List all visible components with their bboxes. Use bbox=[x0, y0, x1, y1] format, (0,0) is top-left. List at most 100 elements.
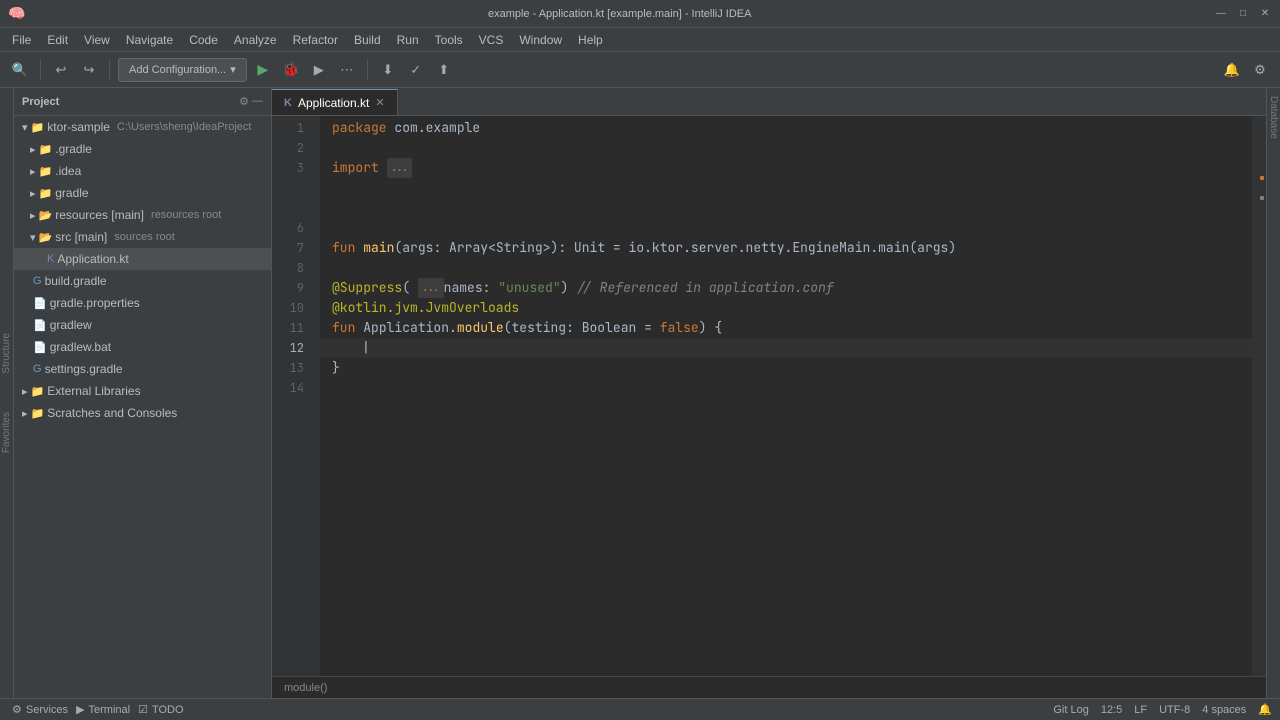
tree-external-libraries[interactable]: ▸ 📁 External Libraries bbox=[14, 380, 271, 402]
tree-extlib-label: External Libraries bbox=[47, 384, 140, 398]
kw-package: package bbox=[332, 118, 387, 138]
tree-src-folder-icon: 📂 bbox=[39, 231, 53, 244]
left-edge-label-2[interactable]: Favorites bbox=[1, 408, 12, 457]
line-num-8: 8 bbox=[272, 258, 312, 278]
code-line-13: } bbox=[320, 358, 1252, 378]
status-git-log[interactable]: Git Log bbox=[1053, 704, 1088, 716]
line-num-11: 11 bbox=[272, 318, 312, 338]
menu-analyze[interactable]: Analyze bbox=[226, 31, 285, 49]
import-ellipsis[interactable]: ... bbox=[387, 158, 413, 178]
bottom-tab-terminal[interactable]: ▶ Terminal bbox=[72, 703, 134, 716]
line-num-2: 2 bbox=[272, 138, 312, 158]
run-button[interactable]: ▶ bbox=[251, 58, 275, 82]
menu-refactor[interactable]: Refactor bbox=[285, 31, 346, 49]
project-header-gear-icon[interactable]: ⚙ bbox=[239, 95, 249, 108]
tree-resources-main[interactable]: ▸ 📂 resources [main] resources root bbox=[14, 204, 271, 226]
menu-help[interactable]: Help bbox=[570, 31, 611, 49]
type-application: Application bbox=[363, 318, 449, 338]
function-bar-text: module() bbox=[284, 682, 327, 694]
toolbar-settings-btn[interactable]: ⚙ bbox=[1248, 58, 1272, 82]
paren-3: ( bbox=[909, 238, 917, 258]
toolbar-search-btn[interactable]: 🔍 bbox=[8, 58, 32, 82]
tree-root-ktor-sample[interactable]: ▾ 📁 ktor-sample C:\Users\sheng\IdeaProje… bbox=[14, 116, 271, 138]
status-line-ending[interactable]: LF bbox=[1134, 704, 1147, 716]
tree-settings-gradle[interactable]: G settings.gradle bbox=[14, 358, 271, 380]
menu-vcs[interactable]: VCS bbox=[471, 31, 512, 49]
project-header-collapse-icon[interactable]: — bbox=[252, 95, 263, 108]
menu-edit[interactable]: Edit bbox=[39, 31, 76, 49]
right-panel-database-label[interactable]: Database bbox=[1268, 92, 1279, 143]
menu-view[interactable]: View bbox=[76, 31, 118, 49]
menu-file[interactable]: File bbox=[4, 31, 39, 49]
bottom-tab-services[interactable]: ⚙ Services bbox=[8, 703, 72, 716]
tree-scratches-folder-icon: 📁 bbox=[31, 407, 45, 420]
bottom-status-bar: ⚙ Services ▶ Terminal ☑ TODO Git Log 12:… bbox=[0, 698, 1280, 720]
toolbar: 🔍 ↩ ↪ Add Configuration... ▾ ▶ 🐞 ▶ ⋯ ⬇ ✓… bbox=[0, 52, 1280, 88]
menu-run[interactable]: Run bbox=[389, 31, 427, 49]
tree-gradle-folder[interactable]: ▸ 📁 .gradle bbox=[14, 138, 271, 160]
tree-src-main[interactable]: ▾ 📂 src [main] sources root bbox=[14, 226, 271, 248]
status-notifications[interactable]: 🔔 bbox=[1258, 703, 1272, 716]
menu-tools[interactable]: Tools bbox=[427, 31, 471, 49]
menu-window[interactable]: Window bbox=[511, 31, 570, 49]
debug-button[interactable]: 🐞 bbox=[279, 58, 303, 82]
status-line-col[interactable]: 12:5 bbox=[1101, 704, 1122, 716]
menu-code[interactable]: Code bbox=[181, 31, 226, 49]
toolbar-coverage-btn[interactable]: ▶ bbox=[307, 58, 331, 82]
menu-navigate[interactable]: Navigate bbox=[118, 31, 181, 49]
status-encoding[interactable]: UTF-8 bbox=[1159, 704, 1190, 716]
tree-idea-folder[interactable]: ▸ 📁 .idea bbox=[14, 160, 271, 182]
toolbar-vcs-push-btn[interactable]: ⬆ bbox=[432, 58, 456, 82]
tree-application-kt[interactable]: K Application.kt bbox=[14, 248, 271, 270]
tree-scratches-consoles[interactable]: ▸ 📁 Scratches and Consoles bbox=[14, 402, 271, 424]
line-num-3: 3 bbox=[272, 158, 312, 178]
line-numbers: 1 2 3 6 7 8 9 10 11 12 13 14 bbox=[272, 116, 320, 676]
left-edge-label-1[interactable]: Structure bbox=[1, 329, 12, 378]
toolbar-more-btn[interactable]: ⋯ bbox=[335, 58, 359, 82]
code-line-12[interactable]: | bbox=[320, 338, 1252, 358]
code-line-2 bbox=[320, 138, 1252, 158]
tree-idea-expand-icon: ▸ bbox=[30, 165, 36, 178]
status-indent[interactable]: 4 spaces bbox=[1202, 704, 1246, 716]
toolbar-vcs-commit-btn[interactable]: ✓ bbox=[404, 58, 428, 82]
line-num-13: 13 bbox=[272, 358, 312, 378]
tree-gradle-expand-icon: ▸ bbox=[30, 143, 36, 156]
tree-root-path: C:\Users\sheng\IdeaProject bbox=[117, 121, 252, 133]
maximize-button[interactable]: □ bbox=[1236, 7, 1250, 21]
tab-close-btn[interactable]: ✕ bbox=[375, 96, 384, 109]
bottom-tab-todo[interactable]: ☑ TODO bbox=[134, 703, 187, 716]
toolbar-undo-btn[interactable]: ↩ bbox=[49, 58, 73, 82]
tree-gradlew-bat[interactable]: 📄 gradlew.bat bbox=[14, 336, 271, 358]
git-log-label: Git Log bbox=[1053, 704, 1088, 716]
run-config-button[interactable]: Add Configuration... ▾ bbox=[118, 58, 247, 82]
tree-gradle-properties[interactable]: 📄 gradle.properties bbox=[14, 292, 271, 314]
editor-tab-application-kt[interactable]: K Application.kt ✕ bbox=[272, 89, 398, 115]
type-boolean: Boolean bbox=[582, 318, 637, 338]
tree-resources-tag: resources root bbox=[151, 209, 221, 221]
menu-build[interactable]: Build bbox=[346, 31, 389, 49]
fn-module: module bbox=[457, 318, 504, 338]
todo-icon: ☑ bbox=[138, 703, 148, 716]
tree-build-gradle[interactable]: G build.gradle bbox=[14, 270, 271, 292]
close-button[interactable]: ✕ bbox=[1258, 7, 1272, 21]
type-string: String bbox=[496, 238, 543, 258]
services-label: Services bbox=[26, 704, 68, 716]
tree-settingsgradle-icon: G bbox=[33, 363, 42, 375]
tree-gradlew[interactable]: 📄 gradlew bbox=[14, 314, 271, 336]
minimize-button[interactable]: — bbox=[1214, 7, 1228, 21]
project-header-icons: ⚙ — bbox=[239, 95, 263, 108]
toolbar-notifications-btn[interactable]: 🔔 bbox=[1220, 58, 1244, 82]
right-gutter bbox=[1252, 116, 1266, 676]
tree-gradle-folder2[interactable]: ▸ 📁 gradle bbox=[14, 182, 271, 204]
toolbar-redo-btn[interactable]: ↪ bbox=[77, 58, 101, 82]
line-num-4 bbox=[272, 178, 312, 198]
toolbar-sep3 bbox=[367, 60, 368, 80]
code-line-4 bbox=[320, 178, 1252, 198]
kw-import: import bbox=[332, 158, 379, 178]
code-editor[interactable]: 1 2 3 6 7 8 9 10 11 12 13 14 package com… bbox=[272, 116, 1266, 676]
toolbar-vcs-update-btn[interactable]: ⬇ bbox=[376, 58, 400, 82]
tree-resources-folder-icon: 📂 bbox=[39, 209, 53, 222]
code-content[interactable]: package com.example import ... ▶ fun mai… bbox=[320, 116, 1252, 676]
cursor-indicator: | bbox=[332, 338, 370, 358]
ann-names-ellipsis[interactable]: ... bbox=[418, 278, 444, 298]
